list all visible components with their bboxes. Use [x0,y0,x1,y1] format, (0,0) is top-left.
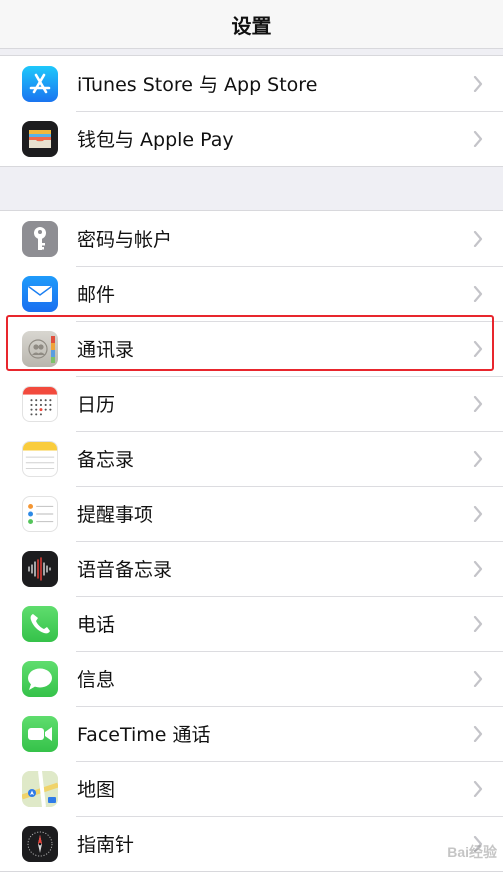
settings-row-label: 电话 [77,614,116,636]
settings-row-label: 地图 [77,779,116,801]
settings-group-store: iTunes Store 与 App Store 钱包与 Apple Pay [0,55,503,167]
settings-row-reminders[interactable]: 提醒事项 [0,486,503,541]
settings-row-wallet-apple-pay[interactable]: 钱包与 Apple Pay [0,111,503,166]
contacts-icon [22,330,58,367]
settings-row-facetime[interactable]: FaceTime 通话 [0,706,503,761]
settings-row-label: iTunes Store 与 App Store [77,74,318,96]
settings-row-label: 日历 [77,394,116,416]
phone-icon [22,605,58,642]
chevron-right-icon [463,230,493,247]
key-icon [22,220,58,257]
settings-row-label: 通讯录 [77,339,135,361]
settings-group-apps: 密码与帐户 邮件 通讯录 日历 备忘录 提醒事项 语音备忘录 电话 信息 Fac… [0,210,503,872]
compass-icon [22,825,58,862]
settings-row-label: 钱包与 Apple Pay [77,129,234,151]
chevron-right-icon [463,450,493,467]
chevron-right-icon [463,725,493,742]
settings-row-passwords-accounts[interactable]: 密码与帐户 [0,211,503,266]
messages-icon [22,660,58,697]
settings-row-maps[interactable]: 地图 [0,761,503,816]
settings-row-contacts[interactable]: 通讯录 [0,321,503,376]
settings-row-label: FaceTime 通话 [77,724,211,746]
watermark: Bai经验 [447,844,497,860]
wallet-icon [22,120,58,157]
chevron-right-icon [463,75,493,92]
chevron-right-icon [463,395,493,412]
chevron-right-icon [463,560,493,577]
page-title: 设置 [231,13,272,38]
chevron-right-icon [463,780,493,797]
maps-icon [22,770,58,807]
settings-row-itunes-app-store[interactable]: iTunes Store 与 App Store [0,56,503,111]
settings-row-label: 邮件 [77,284,116,306]
navigation-bar: 设置 [0,0,503,49]
settings-row-voice-memos[interactable]: 语音备忘录 [0,541,503,596]
chevron-right-icon [463,130,493,147]
calendar-icon [22,385,58,422]
settings-row-notes[interactable]: 备忘录 [0,431,503,486]
settings-row-label: 指南针 [77,834,135,856]
settings-row-compass[interactable]: 指南针 [0,816,503,871]
chevron-right-icon [463,670,493,687]
settings-row-label: 信息 [77,669,116,691]
chevron-right-icon [463,285,493,302]
settings-row-label: 备忘录 [77,449,135,471]
notes-icon [22,440,58,477]
settings-row-mail[interactable]: 邮件 [0,266,503,321]
settings-row-calendar[interactable]: 日历 [0,376,503,431]
settings-row-phone[interactable]: 电话 [0,596,503,651]
mail-icon [22,275,58,312]
chevron-right-icon [463,340,493,357]
reminders-icon [22,495,58,532]
chevron-right-icon [463,615,493,632]
app-store-icon [22,65,58,102]
settings-row-label: 密码与帐户 [77,229,173,251]
settings-row-label: 语音备忘录 [77,559,173,581]
voice-memos-icon [22,550,58,587]
chevron-right-icon [463,505,493,522]
settings-row-label: 提醒事项 [77,504,154,526]
settings-row-messages[interactable]: 信息 [0,651,503,706]
facetime-icon [22,715,58,752]
